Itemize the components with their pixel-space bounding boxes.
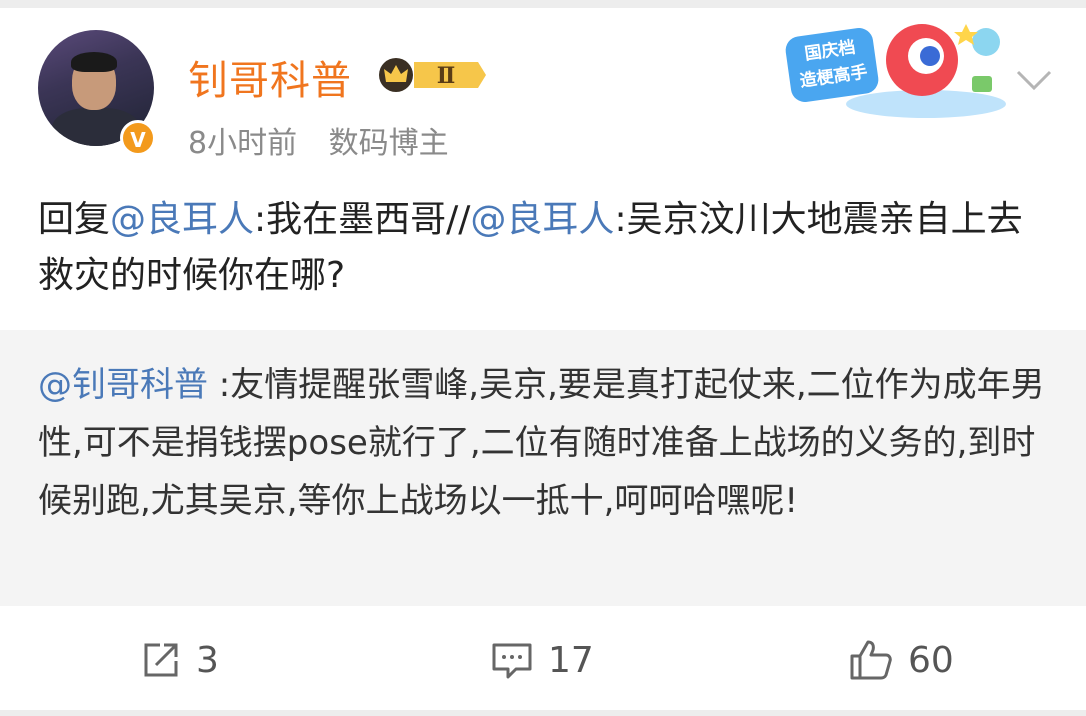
action-bar: 3 17 60 <box>0 624 1086 696</box>
comment-icon <box>492 643 532 679</box>
quote-mention-link[interactable]: @钊哥科普 <box>38 365 208 405</box>
repost-button[interactable]: 3 <box>140 634 219 686</box>
top-divider <box>0 0 1086 8</box>
mention-link[interactable]: @良耳人 <box>470 199 614 240</box>
repost-count: 3 <box>196 639 219 681</box>
like-button[interactable]: 60 <box>848 634 954 686</box>
mention-link[interactable]: @良耳人 <box>110 199 254 240</box>
promo-tag: 国庆档 造梗高手 <box>783 26 881 104</box>
chevron-down-icon[interactable] <box>1014 60 1054 100</box>
vip-crown-icon[interactable]: Ⅱ <box>374 56 486 94</box>
comment-count: 17 <box>548 639 594 681</box>
verified-badge-icon: V <box>120 120 156 156</box>
post-meta: 8小时前 数码博主 <box>188 118 471 162</box>
avatar[interactable]: V <box>38 30 156 156</box>
post-content: 回复@良耳人:我在墨西哥//@良耳人:吴京汶川大地震亲自上去救灾的时候你在哪? <box>38 199 1023 296</box>
post-time: 8小时前 <box>188 126 298 161</box>
bottom-divider <box>0 710 1086 716</box>
username[interactable]: 钊哥科普 <box>188 48 352 106</box>
post-source: 数码博主 <box>328 126 449 161</box>
quoted-post-content: @钊哥科普 :友情提醒张雪峰,吴京,要是真打起仗来,二位作为成年男性,可不是捐钱… <box>38 365 1045 521</box>
vip-level: Ⅱ <box>437 63 456 89</box>
comment-button[interactable]: 17 <box>490 634 594 686</box>
like-count: 60 <box>908 639 954 681</box>
like-icon <box>850 640 892 680</box>
share-icon <box>144 643 178 677</box>
promo-sticker[interactable]: 国庆档 造梗高手 <box>776 12 1012 122</box>
